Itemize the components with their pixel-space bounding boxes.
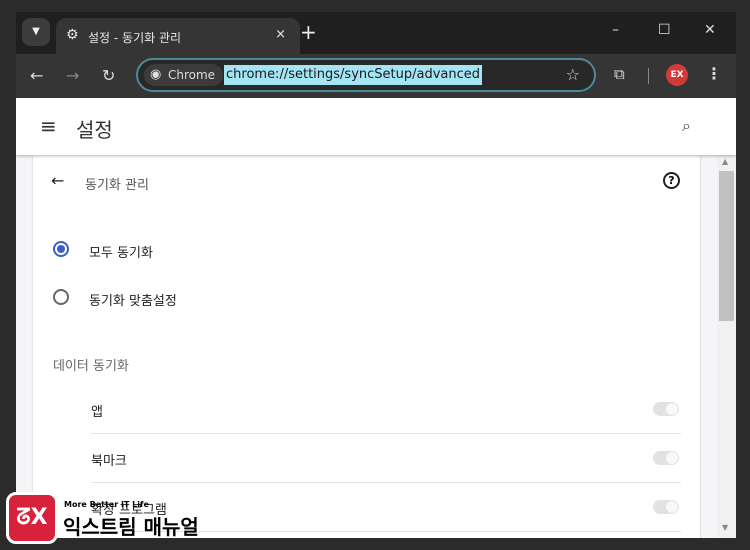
back-arrow-icon[interactable]: ←: [51, 171, 64, 190]
chrome-icon: ◉: [150, 67, 162, 82]
toggle-extensions[interactable]: [653, 500, 679, 514]
browser-window: ▼ ⚙ 설정 - 동기화 관리 × + – ☐ ✕ ← → ↻ ◉ Chrome …: [16, 12, 736, 538]
new-tab-button[interactable]: +: [300, 20, 317, 44]
toolbar: ← → ↻ ◉ Chrome chrome://settings/syncSetu…: [16, 54, 736, 98]
scroll-down-icon[interactable]: ▼: [722, 523, 728, 532]
settings-page: ≡ 설정 ⌕ ← 동기화 관리 ? 모두 동기화 동기화 맞춤설정 데이터 동기…: [16, 98, 736, 538]
watermark-logo: ᘔX: [6, 492, 58, 544]
section-heading: 데이터 동기화: [53, 359, 129, 374]
menu-icon[interactable]: ⋮: [706, 64, 722, 83]
watermark-brand: 익스트림 매뉴얼: [63, 515, 199, 539]
address-bar[interactable]: ◉ Chrome chrome://settings/syncSetup/adva…: [136, 58, 596, 92]
extensions-icon[interactable]: ⧉: [614, 65, 625, 83]
watermark-tagline: More Better IT Life: [64, 500, 149, 509]
tab-close-button[interactable]: ×: [275, 27, 286, 42]
tab-search-button[interactable]: ▼: [22, 18, 50, 46]
divider: [648, 68, 649, 84]
radio-customize-sync[interactable]: [53, 289, 69, 305]
list-item: 앱: [91, 385, 681, 434]
bookmark-star-icon[interactable]: ☆: [566, 65, 580, 84]
scrollbar-thumb[interactable]: [719, 171, 734, 321]
tab-settings[interactable]: ⚙ 설정 - 동기화 관리 ×: [56, 18, 300, 54]
list-item: 북마크: [91, 434, 681, 483]
minimize-button[interactable]: –: [612, 22, 619, 38]
radio-label: 모두 동기화: [89, 246, 153, 261]
forward-button[interactable]: →: [66, 66, 79, 85]
toggle-bookmarks[interactable]: [653, 451, 679, 465]
close-window-button[interactable]: ✕: [704, 22, 716, 38]
reload-button[interactable]: ↻: [102, 66, 115, 85]
settings-header: ≡ 설정 ⌕: [16, 98, 736, 155]
site-chip[interactable]: ◉ Chrome: [144, 64, 224, 86]
tab-strip: ▼ ⚙ 설정 - 동기화 관리 × + – ☐ ✕: [16, 12, 736, 54]
scrollbar[interactable]: ▲ ▼: [717, 155, 736, 538]
help-icon[interactable]: ?: [663, 172, 680, 189]
tab-title: 설정 - 동기화 관리: [88, 31, 182, 45]
gear-icon: ⚙: [66, 27, 79, 43]
chip-label: Chrome: [168, 68, 216, 82]
url-input[interactable]: chrome://settings/syncSetup/advanced: [224, 65, 483, 85]
page-title: 설정: [76, 118, 113, 142]
profile-avatar[interactable]: EX: [666, 64, 688, 86]
card-title: 동기화 관리: [85, 178, 149, 193]
back-button[interactable]: ←: [30, 66, 43, 85]
radio-sync-all[interactable]: [53, 241, 69, 257]
scroll-up-icon[interactable]: ▲: [722, 157, 728, 166]
radio-label: 동기화 맞춤설정: [89, 294, 177, 309]
hamburger-icon[interactable]: ≡: [40, 114, 57, 138]
search-icon[interactable]: ⌕: [682, 116, 691, 136]
toggle-apps[interactable]: [653, 402, 679, 416]
sync-card: ← 동기화 관리 ? 모두 동기화 동기화 맞춤설정 데이터 동기화 앱 북마크…: [33, 155, 700, 538]
maximize-button[interactable]: ☐: [658, 22, 671, 38]
item-label: 앱: [91, 405, 103, 420]
item-label: 북마크: [91, 454, 127, 469]
